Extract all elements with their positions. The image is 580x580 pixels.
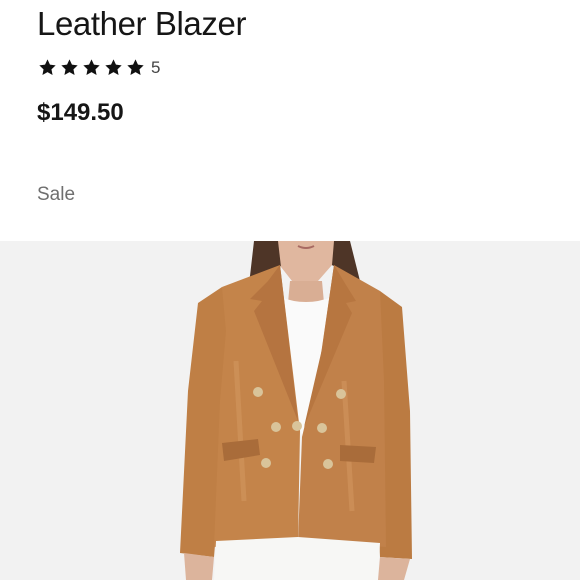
product-price: $149.50 bbox=[37, 99, 124, 126]
product-photo bbox=[180, 241, 412, 580]
star-icon bbox=[83, 59, 100, 75]
product-title: Leather Blazer bbox=[37, 5, 247, 42]
star-icon bbox=[39, 59, 56, 75]
star-rating bbox=[38, 58, 145, 77]
star-icon bbox=[127, 59, 144, 75]
star-icon bbox=[61, 59, 78, 75]
rating-row[interactable]: 5 bbox=[38, 58, 160, 77]
rating-count[interactable]: 5 bbox=[151, 58, 160, 77]
star-icon bbox=[105, 59, 122, 75]
sale-label: Sale bbox=[37, 184, 76, 205]
product-image[interactable] bbox=[0, 241, 580, 580]
